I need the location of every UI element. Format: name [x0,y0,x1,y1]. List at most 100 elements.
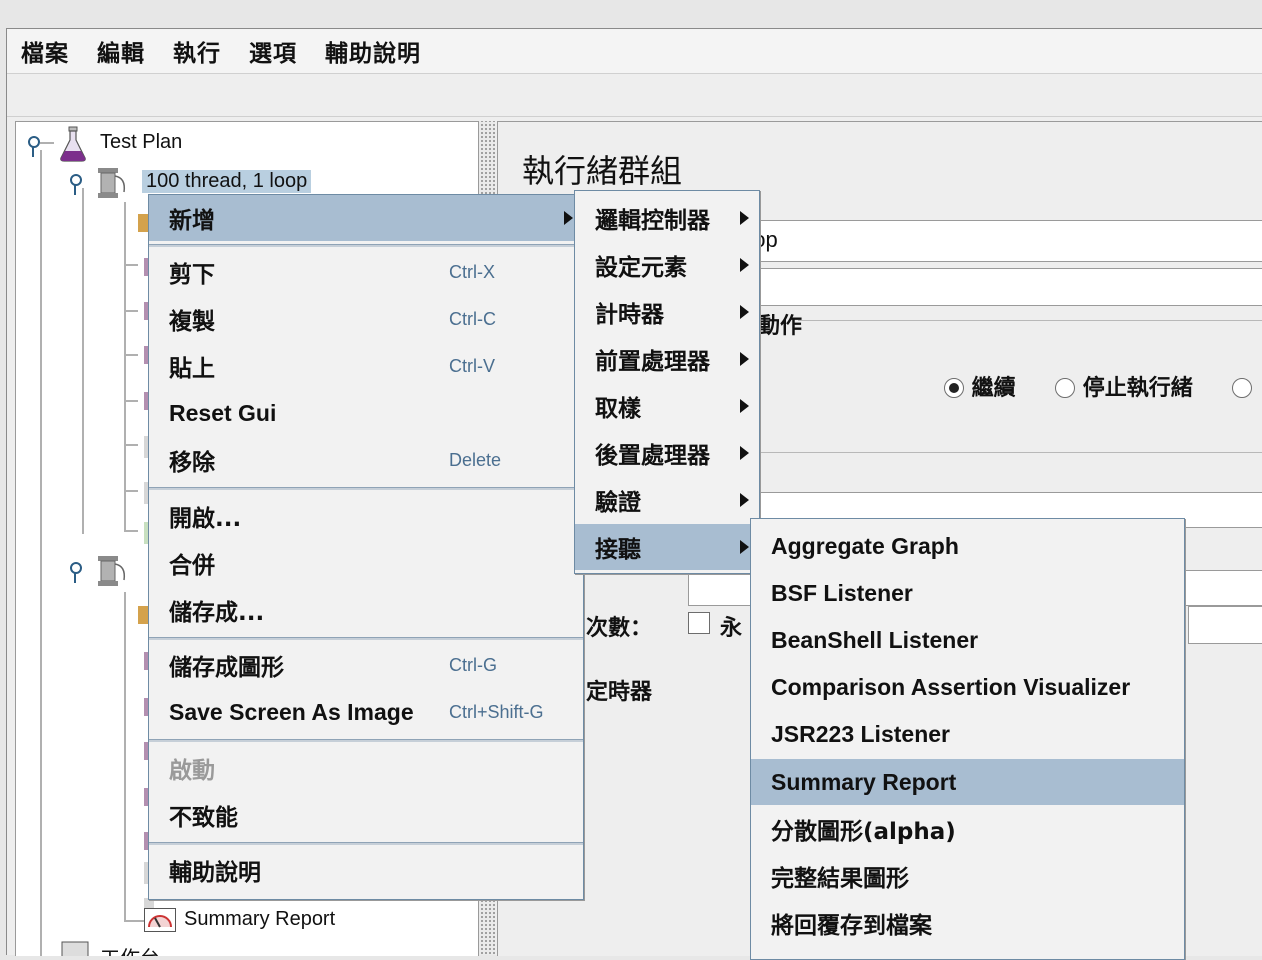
error-action-radio-group: 繼續 停止執行緒 [944,370,1253,402]
menu-separator [149,487,583,490]
submenu-item-listener[interactable]: 接聽 [575,524,759,570]
menu-item-label: 開啟... [169,506,242,532]
menu-item-paste[interactable]: 貼上 Ctrl-V [149,343,583,389]
menu-item-help[interactable]: 輔助說明 [149,847,583,893]
submenu-arrow-icon [740,305,749,319]
menu-item-label: BeanShell Listener [771,626,979,653]
menu-item-label: 設定元素 [595,255,687,281]
submenu-arrow-icon [740,446,749,460]
name-input[interactable]: oop [738,220,1262,262]
listener-item-scatter-graph[interactable]: 分散圖形(alpha) [751,806,1184,852]
menu-run[interactable]: 執行 [173,34,221,68]
menu-options[interactable]: 選項 [249,34,297,68]
menu-item-label: 驗證 [595,490,641,516]
tree-line [124,264,138,266]
menu-item-reset-gui[interactable]: Reset Gui [149,390,583,436]
fieldset-border [758,452,1262,453]
menu-item-disable[interactable]: 不致能 [149,792,583,838]
menu-item-label: 啟動 [169,758,215,784]
tree-node-thread-group[interactable]: 100 thread, 1 loop [142,170,312,193]
menu-separator [149,244,583,247]
submenu-arrow-icon [740,399,749,413]
thread-group-spool-icon [98,556,126,586]
tree-line [82,188,84,534]
submenu-arrow-icon [740,211,749,225]
submenu-item-sampler[interactable]: 取樣 [575,383,759,429]
context-menu: 新增 剪下 Ctrl-X 複製 Ctrl-C 貼上 Ctrl-V Reset G… [148,194,584,900]
menu-separator [149,637,583,640]
tree-line [124,592,126,922]
tree-line [40,142,54,144]
menu-item-label: 取樣 [595,396,641,422]
menu-item-cut[interactable]: 剪下 Ctrl-X [149,249,583,295]
listener-item-beanshell-listener[interactable]: BeanShell Listener [751,617,1184,663]
loop-count-input[interactable] [1188,606,1262,644]
menu-item-label: 完整結果圖形 [771,866,909,892]
tree-expand-icon[interactable] [68,174,82,195]
tree-line [40,150,42,956]
menu-item-merge[interactable]: 合併 [149,540,583,586]
submenu-item-assertion[interactable]: 驗證 [575,477,759,523]
menu-item-add[interactable]: 新增 [149,195,583,241]
radio-continue-label: 繼續 [971,376,1016,401]
menu-file[interactable]: 檔案 [21,34,69,68]
menu-shortcut: Delete [449,449,502,470]
submenu-item-config-element[interactable]: 設定元素 [575,242,759,288]
menu-item-save-as[interactable]: 儲存成... [149,587,583,633]
menu-shortcut: Ctrl-C [449,308,496,329]
menu-separator [149,842,583,845]
tree-node-test-plan[interactable]: Test Plan [100,131,182,154]
menu-item-label: BSF Listener [771,579,913,606]
menu-item-label: Summary Report [771,768,957,795]
listener-item-jsr223-listener[interactable]: JSR223 Listener [751,711,1184,757]
submenu-item-post-processor[interactable]: 後置處理器 [575,430,759,476]
radio-stop-thread[interactable] [1055,378,1076,398]
error-action-label: 動作 [758,314,803,339]
menu-help[interactable]: 輔助說明 [325,34,421,68]
listener-item-summary-report[interactable]: Summary Report [751,759,1184,805]
menu-item-label: 邏輯控制器 [595,208,710,234]
tree-line [124,920,144,922]
menu-shortcut: Ctrl+Shift-G [449,701,544,722]
tree-line [124,354,138,356]
menu-item-save-as-image[interactable]: 儲存成圖形 Ctrl-G [149,642,583,688]
forever-label: 永 [720,616,743,641]
menu-shortcut: Ctrl-X [449,261,495,282]
listener-item-bsf-listener[interactable]: BSF Listener [751,570,1184,616]
comments-input[interactable] [738,268,1262,306]
tree-node-summary-report[interactable]: Summary Report [184,908,335,931]
submenu-arrow-icon [564,211,573,225]
tree-line [124,310,138,312]
menu-item-copy[interactable]: 複製 Ctrl-C [149,296,583,342]
radio-continue[interactable] [944,378,964,398]
submenu-item-pre-processor[interactable]: 前置處理器 [575,336,759,382]
submenu-arrow-icon [740,493,749,507]
fieldset-border [798,320,1262,321]
tree-line [124,490,138,492]
menu-item-label: 不致能 [169,805,238,831]
menu-item-save-screen-as-image[interactable]: Save Screen As Image Ctrl+Shift-G [149,689,583,735]
radio-stop-test[interactable] [1232,378,1253,398]
submenu-item-logic-controller[interactable]: 邏輯控制器 [575,195,759,241]
listener-item-full-result-graph[interactable]: 完整結果圖形 [751,853,1184,899]
menu-item-label: Reset Gui [169,399,277,426]
add-submenu: 邏輯控制器 設定元素 計時器 前置處理器 取樣 後置處理器 驗證 接聽 [574,190,760,574]
menu-shortcut: Ctrl-G [449,654,497,675]
submenu-item-timer[interactable]: 計時器 [575,289,759,335]
menu-item-label: 計時器 [595,302,664,328]
menu-item-label: 輔助說明 [169,860,261,886]
menu-item-label: 複製 [169,309,215,335]
menubar: 檔案 編輯 執行 選項 輔助說明 [7,29,1262,74]
menu-shortcut: Ctrl-V [449,355,495,376]
listener-item-aggregate-graph[interactable]: Aggregate Graph [751,523,1184,569]
forever-checkbox[interactable] [688,612,710,634]
menu-item-remove[interactable]: 移除 Delete [149,437,583,483]
listener-item-save-responses-to-file[interactable]: 將回覆存到檔案 [751,900,1184,946]
menu-item-open[interactable]: 開啟... [149,493,583,539]
menu-item-label: 合併 [169,553,215,579]
tree-line [124,530,138,532]
tree-expand-icon[interactable] [68,562,82,583]
tree-expand-icon[interactable] [26,136,40,157]
listener-item-comparison-assertion-visualizer[interactable]: Comparison Assertion Visualizer [751,664,1184,710]
menu-edit[interactable]: 編輯 [97,34,145,68]
